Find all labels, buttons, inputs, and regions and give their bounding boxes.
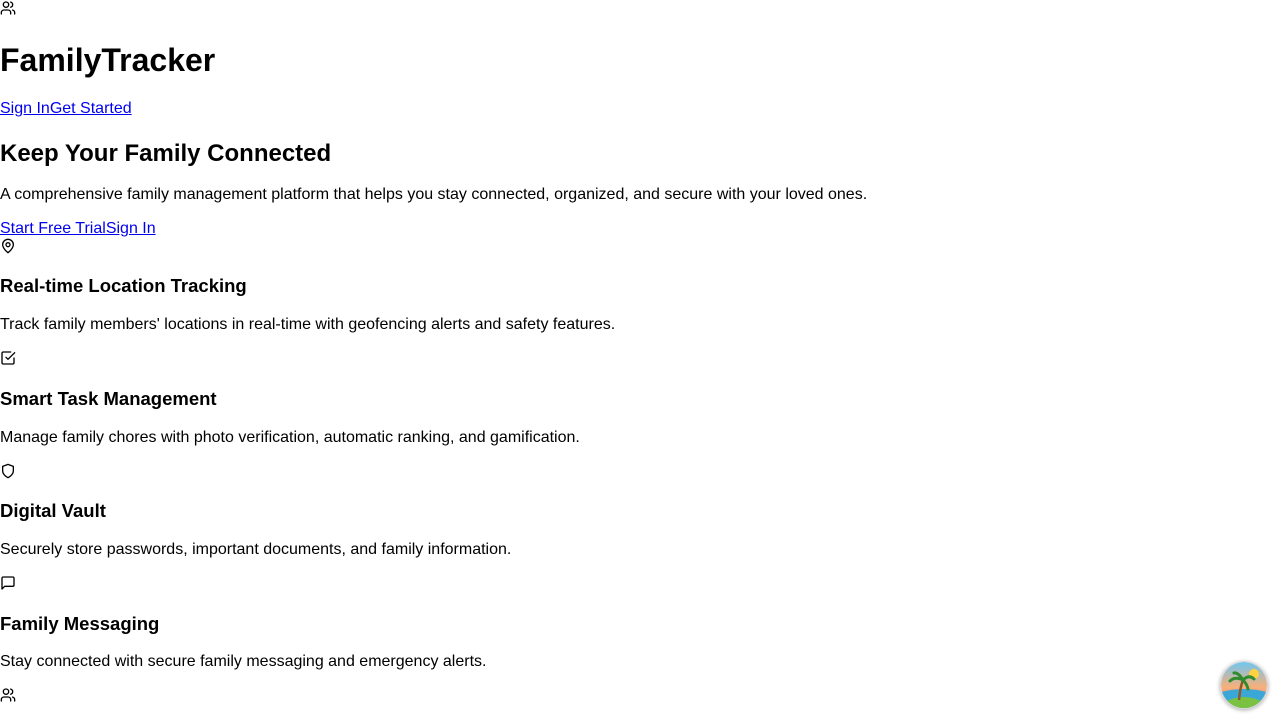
users-icon (0, 0, 16, 16)
hero-description: A comprehensive family management platfo… (0, 186, 868, 203)
feature-title-messaging: Family Messaging (0, 613, 160, 634)
feature-title-vault: Digital Vault (0, 500, 106, 521)
hero-cta: Start Free TrialSign In (0, 219, 156, 239)
floating-assistant-button[interactable] (1220, 661, 1268, 709)
feature-title-tasks: Smart Task Management (0, 388, 217, 409)
header-nav: Sign InGet Started (0, 99, 132, 119)
start-free-trial-link[interactable]: Start Free Trial (0, 220, 106, 237)
check-square-icon (0, 350, 16, 366)
map-pin-icon (0, 238, 16, 254)
users-icon (0, 687, 16, 703)
sign-in-link[interactable]: Sign In (0, 100, 50, 117)
brand-title: FamilyTracker (0, 42, 216, 78)
hero-sign-in-link[interactable]: Sign In (106, 220, 156, 237)
feature-description-messaging: Stay connected with secure family messag… (0, 653, 487, 670)
shield-icon (0, 463, 16, 479)
feature-description-tasks: Manage family chores with photo verifica… (0, 429, 580, 446)
feature-description-vault: Securely store passwords, important docu… (0, 541, 512, 558)
feature-description-location: Track family members' locations in real-… (0, 316, 616, 333)
message-square-icon (0, 575, 16, 591)
get-started-link[interactable]: Get Started (50, 100, 132, 117)
tropical-island-icon (1221, 662, 1267, 708)
hero-title: Keep Your Family Connected (0, 140, 332, 167)
feature-title-location: Real-time Location Tracking (0, 275, 247, 296)
